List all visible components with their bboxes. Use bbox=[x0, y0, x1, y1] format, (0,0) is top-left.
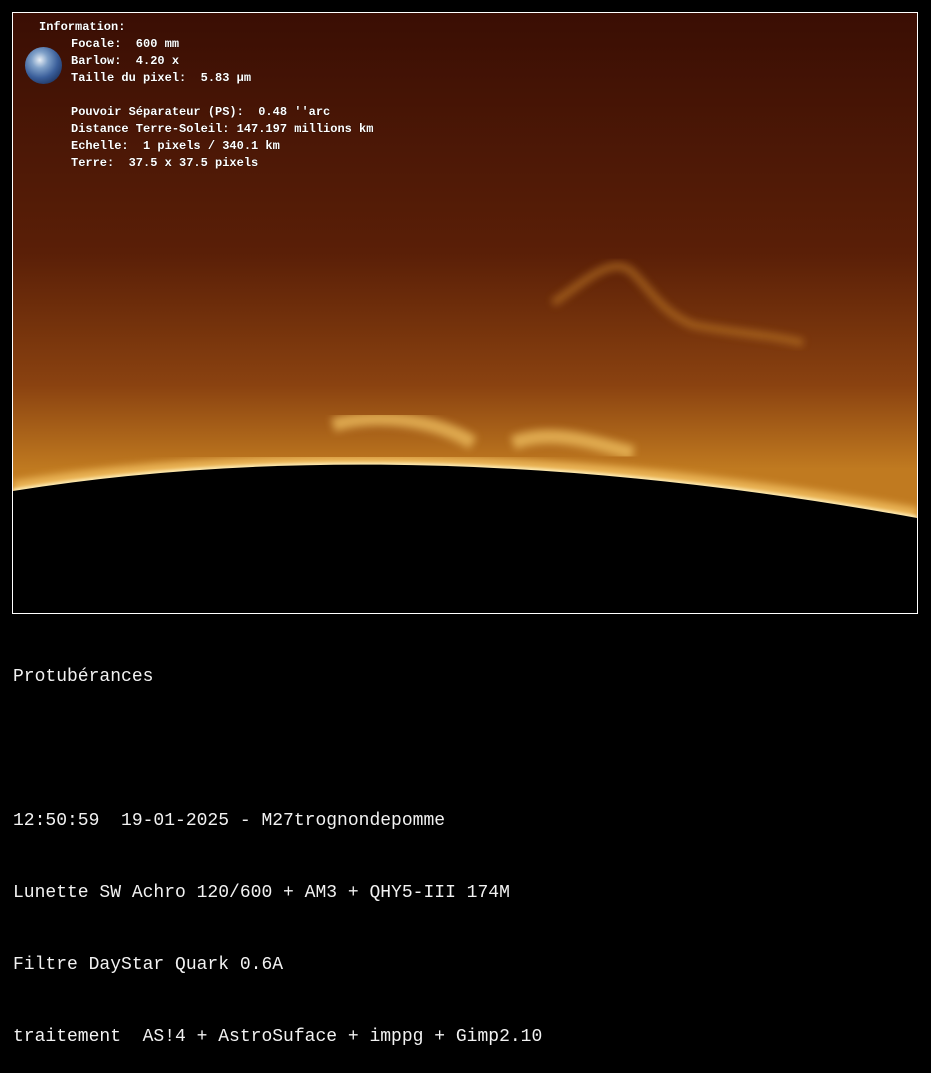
info-earth-size: Terre: 37.5 x 37.5 pixels bbox=[71, 156, 259, 170]
info-resolving-power: Pouvoir Séparateur (PS): 0.48 ''arc bbox=[71, 105, 331, 119]
caption-processing-line: traitement AS!4 + AstroSuface + imppg + … bbox=[13, 1027, 543, 1047]
caption: Protubérances 12:50:59 19-01-2025 - M27t… bbox=[13, 617, 542, 1073]
solar-photo: Information: Focale: 600 mm Barlow: 4.20… bbox=[12, 12, 918, 614]
caption-filter-line: Filtre DayStar Quark 0.6A bbox=[13, 955, 284, 975]
caption-date-line: 12:50:59 19-01-2025 - M27trognondepomme bbox=[13, 811, 446, 831]
info-scale: Echelle: 1 pixels / 340.1 km bbox=[71, 139, 280, 153]
caption-equipment-line: Lunette SW Achro 120/600 + AM3 + QHY5-II… bbox=[13, 883, 510, 903]
info-pixel-size: Taille du pixel: 5.83 µm bbox=[71, 71, 252, 85]
info-heading: Information: bbox=[39, 20, 126, 34]
info-distance: Distance Terre-Soleil: 147.197 millions … bbox=[71, 122, 374, 136]
earth-scale-icon bbox=[25, 47, 62, 84]
info-focale: Focale: 600 mm bbox=[71, 37, 180, 51]
info-barlow: Barlow: 4.20 x bbox=[71, 54, 180, 68]
solar-limb-image bbox=[13, 13, 917, 613]
caption-title: Protubérances bbox=[13, 667, 154, 687]
